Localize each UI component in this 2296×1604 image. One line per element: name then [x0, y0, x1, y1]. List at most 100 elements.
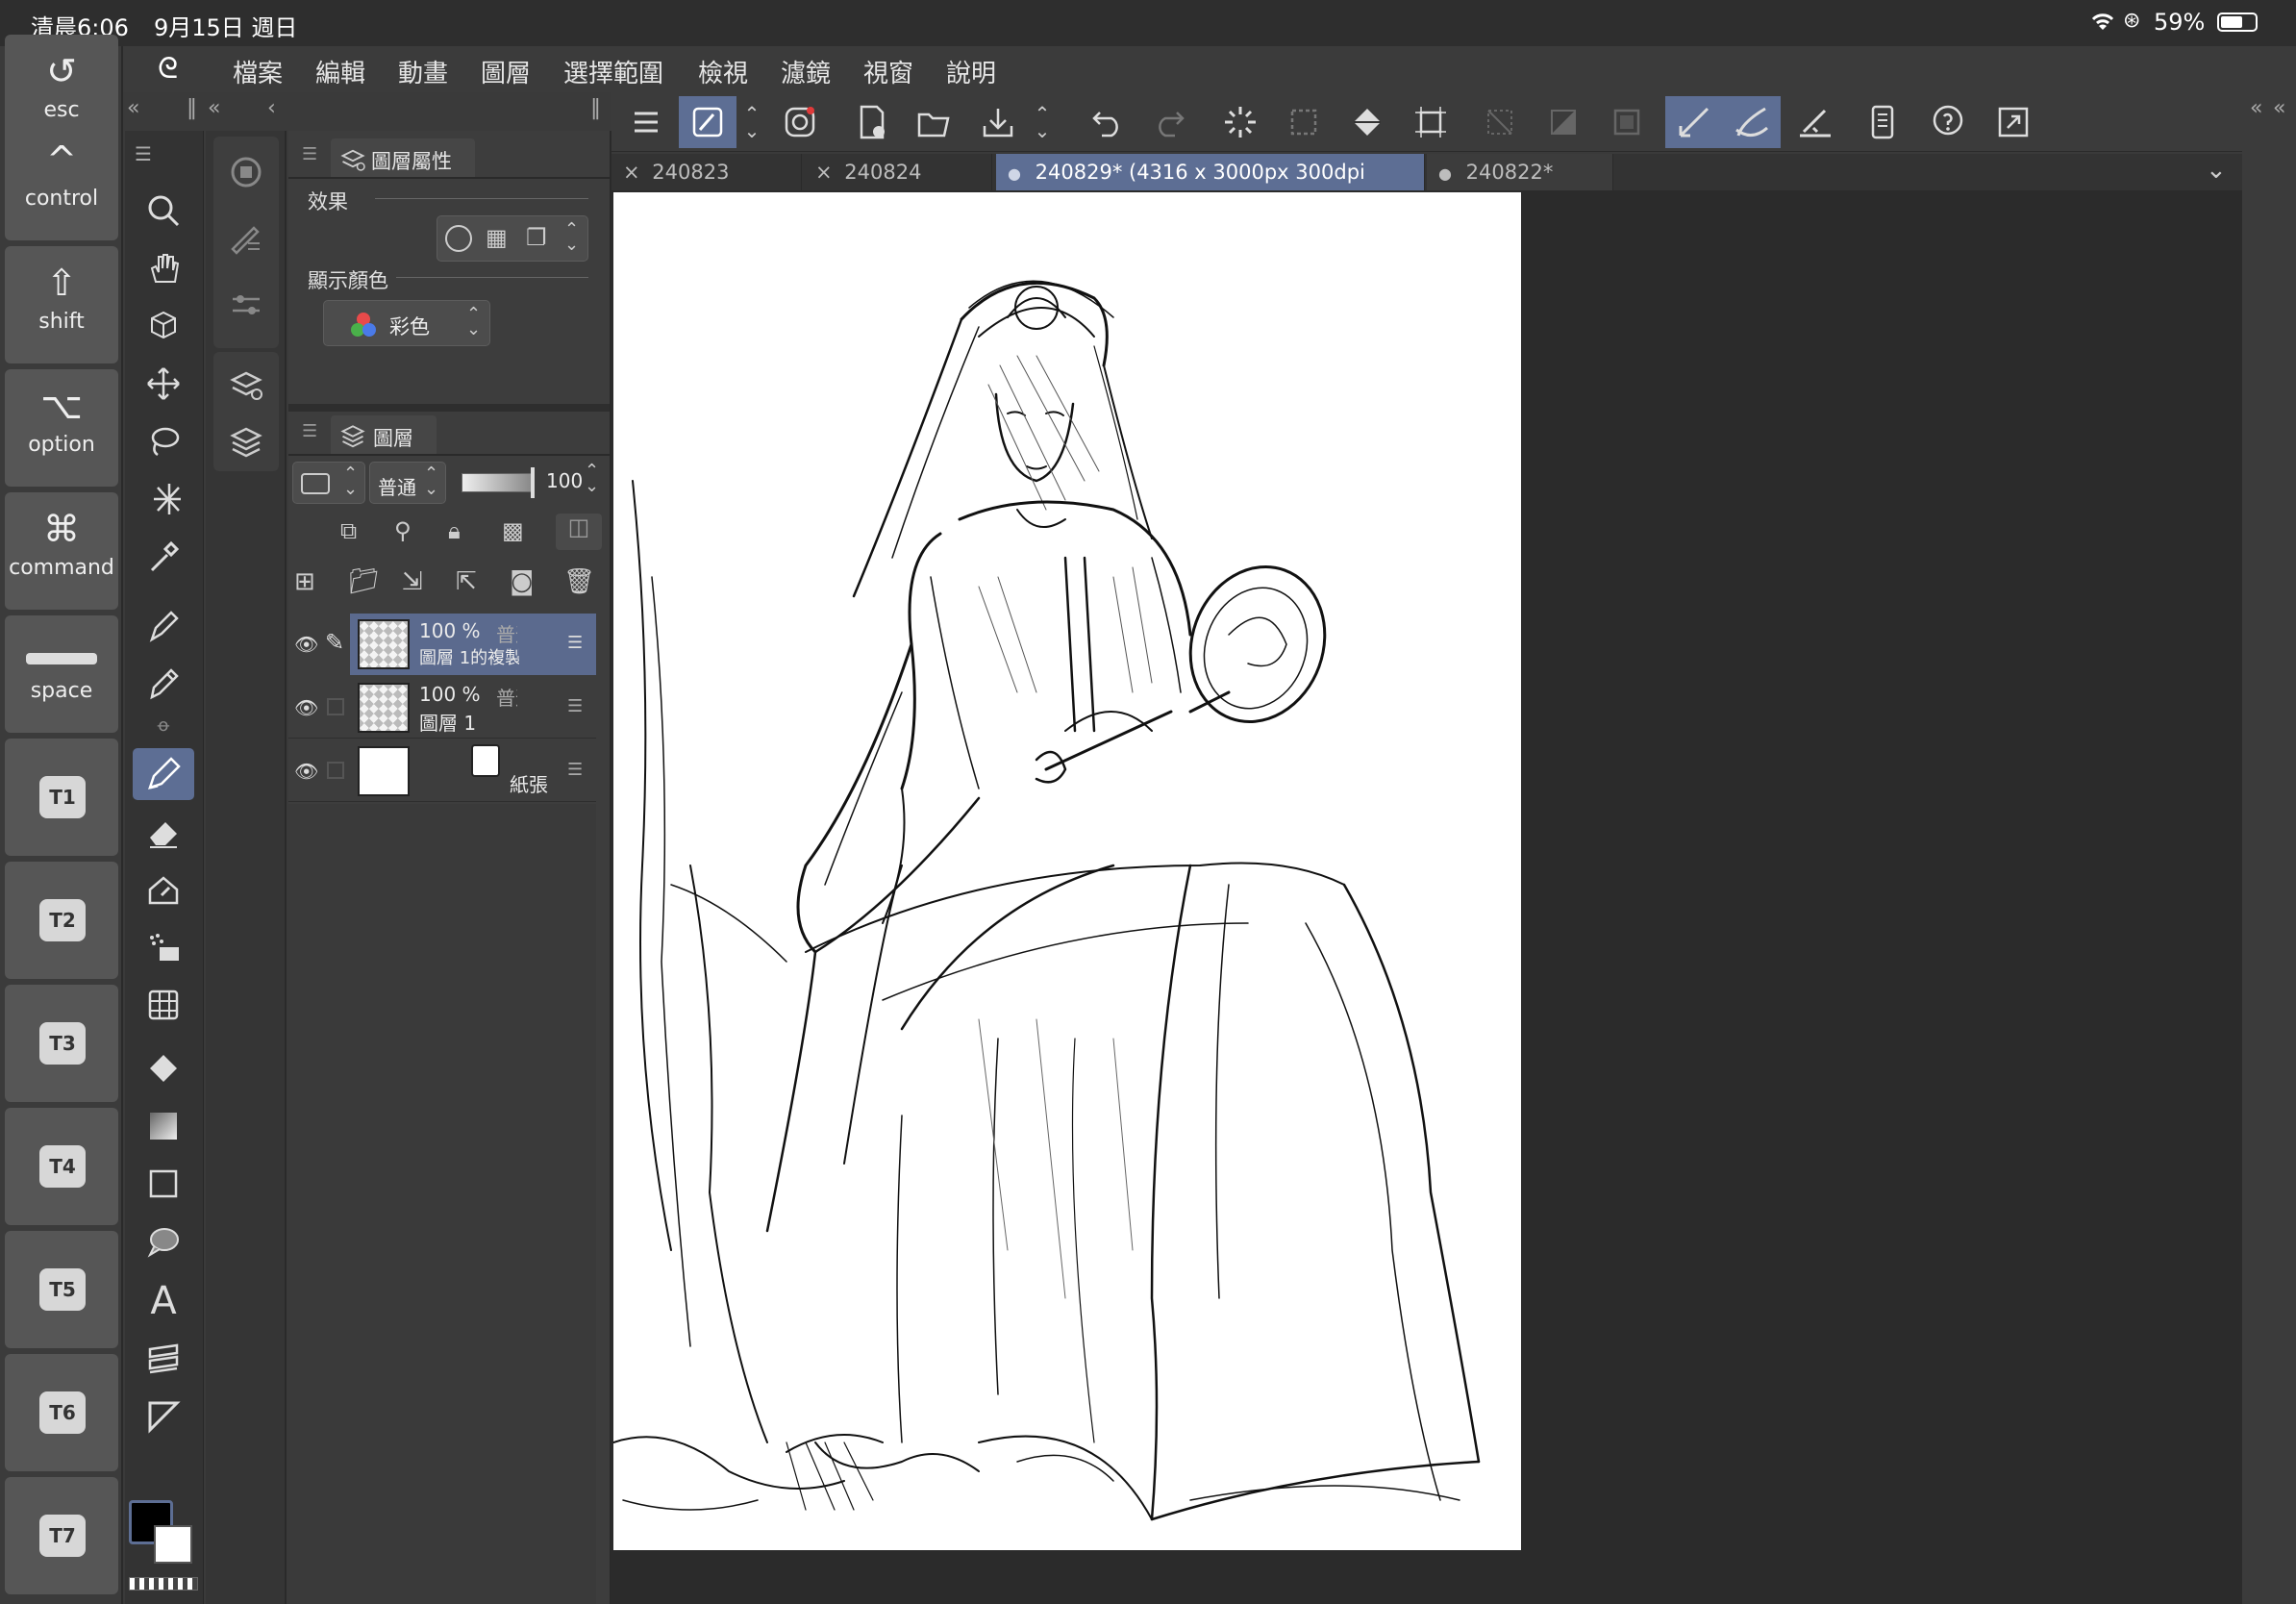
sub-tool-brush-settings-icon[interactable] [215, 213, 277, 265]
tool-key-t3[interactable]: T3 [5, 985, 118, 1102]
close-tab-icon[interactable]: × [815, 161, 833, 184]
expand-right-icon[interactable]: « [2250, 96, 2262, 120]
layer-mask-icon[interactable]: ◙ [510, 567, 534, 596]
pencil-tool-icon[interactable] [133, 658, 194, 710]
undo-icon[interactable] [1079, 96, 1136, 148]
hand-tool-icon[interactable] [133, 242, 194, 294]
companion-icon[interactable] [771, 96, 829, 148]
drawing-canvas[interactable] [612, 192, 1521, 1550]
menu-edit[interactable]: 編輯 [315, 54, 365, 89]
opacity-slider[interactable] [462, 473, 533, 492]
loading-spinner-icon[interactable] [1211, 96, 1269, 148]
eraser-tool-icon[interactable] [133, 806, 194, 858]
save-file-icon[interactable] [969, 96, 1027, 148]
menu-filter[interactable]: 濾鏡 [781, 54, 831, 89]
help-bubble-icon[interactable] [1919, 96, 1977, 148]
effect-selector[interactable]: ▦ ❐ ⌃ ⌄ [437, 215, 588, 262]
layer-menu-icon[interactable]: ☰ [567, 696, 583, 716]
eye-visibility-icon[interactable]: 👁︎ [294, 633, 318, 656]
menu-view[interactable]: 檢視 [698, 54, 748, 89]
tool-key-t1[interactable]: T1 [5, 739, 118, 856]
gradient-tool-icon[interactable] [133, 1100, 194, 1152]
brush-small-icon[interactable]: ꝋ [133, 708, 194, 742]
app-logo-icon[interactable]: ᘓ [158, 52, 178, 86]
edit-pen-icon[interactable]: ✎ [325, 629, 344, 656]
layer-panel-switch-icon[interactable] [215, 415, 277, 467]
collapse-panel-icon[interactable]: ‹ [267, 96, 276, 120]
document-tab-active[interactable]: ● 240829* (4316 x 3000px 300dpi 49.0%) [996, 154, 1425, 222]
transform-icon[interactable] [1402, 96, 1460, 148]
hamburger-menu-icon[interactable] [617, 96, 675, 148]
layer-panel-tab[interactable]: 圖層 [331, 415, 437, 454]
layer-type-selector[interactable]: ⌃ ⌄ [292, 462, 365, 504]
eye-visibility-icon[interactable]: 👁︎ [294, 696, 318, 719]
eye-visibility-icon[interactable]: 👁︎ [294, 760, 318, 783]
snap-special-ruler-icon[interactable] [1723, 96, 1781, 148]
select-all-icon[interactable] [1598, 96, 1656, 148]
layer-row[interactable]: 👁︎ 紙張 ☰ [288, 740, 596, 802]
panel-grip-icon[interactable]: ‖ [187, 96, 197, 120]
clear-selection-icon[interactable] [1471, 96, 1529, 148]
blend-tool-icon[interactable] [133, 864, 194, 915]
layer-check-box[interactable] [327, 698, 344, 715]
expand-right-sub-icon[interactable]: « [2273, 96, 2285, 120]
blend-mode-dropdown[interactable]: 普通 ⌃ ⌄ [369, 462, 446, 504]
layer-row[interactable]: 👁︎ 100 % 普通 圖層 1 ☰ [288, 677, 596, 739]
panel-grip-right-icon[interactable]: ‖ [590, 96, 601, 120]
lock-transparency-icon[interactable]: ▩ [502, 517, 524, 544]
fullscreen-icon[interactable] [1984, 96, 2042, 148]
fill-bucket-icon[interactable] [1338, 96, 1396, 148]
balloon-tool-icon[interactable] [133, 1216, 194, 1267]
edge-keyboard-icon[interactable] [1854, 96, 1911, 148]
quick-access-icon[interactable] [679, 96, 736, 148]
open-file-icon[interactable] [906, 96, 963, 148]
menu-window[interactable]: 視窗 [863, 54, 913, 89]
option-key[interactable]: ⌥ option [5, 369, 118, 487]
document-tab[interactable]: ● 240822* [1427, 154, 1613, 190]
command-key[interactable]: ⌘ command [5, 492, 118, 610]
layer-panel-menu-icon[interactable]: ☰ [302, 421, 317, 441]
new-file-icon[interactable] [842, 96, 900, 148]
ruler-tool-icon[interactable] [133, 1391, 194, 1442]
frame-tool-icon[interactable] [133, 1333, 194, 1385]
object-tool-icon[interactable] [133, 300, 194, 352]
move-tool-icon[interactable] [133, 358, 194, 410]
layer-row[interactable]: 👁︎ ✎ 100 % 普通 圖層 1的複製 ☰ [288, 614, 596, 675]
snap-grid-icon[interactable] [1786, 96, 1844, 148]
magic-wand-icon[interactable] [133, 473, 194, 525]
space-key[interactable]: space [5, 615, 118, 733]
property-panel-tab[interactable]: 圖層屬性 [331, 138, 475, 177]
tool-key-t2[interactable]: T2 [5, 862, 118, 979]
new-raster-layer-icon[interactable]: ⊞ [294, 567, 315, 596]
tool-key-t7[interactable]: T7 [5, 1477, 118, 1594]
toolbar-stepper-icon[interactable]: ⌃ ⌄ [735, 96, 769, 148]
opacity-stepper-icon[interactable]: ⌃ ⌄ [585, 463, 599, 495]
tool-key-t5[interactable]: T5 [5, 1231, 118, 1348]
collapse-left-icon[interactable]: « [127, 96, 139, 120]
shift-key[interactable]: ⇧ shift [5, 246, 118, 363]
transfer-down-icon[interactable]: ⇲ [402, 567, 423, 596]
zoom-tool-icon[interactable] [133, 185, 194, 237]
menu-animation[interactable]: 動畫 [398, 54, 448, 89]
document-tab[interactable]: × 240824 [804, 154, 992, 190]
airbrush-tool-icon[interactable] [133, 921, 194, 973]
fill-tool-icon[interactable] [133, 1042, 194, 1094]
tab-list-chevron-icon[interactable]: ⌄ [2206, 156, 2227, 185]
opacity-slider-handle[interactable] [531, 467, 535, 498]
sub-tool-round-icon[interactable] [215, 146, 277, 198]
merge-down-icon[interactable]: ⇱ [456, 567, 477, 596]
palette-menu-icon[interactable]: ☰ [135, 142, 152, 165]
pen-tool-icon[interactable] [133, 600, 194, 652]
layer-menu-icon[interactable]: ☰ [567, 633, 583, 653]
transparent-color-swatch[interactable] [129, 1577, 198, 1591]
menu-help[interactable]: 說明 [946, 54, 996, 89]
save-stepper-icon[interactable]: ⌃ ⌄ [1025, 96, 1060, 148]
decoration-tool-icon[interactable] [133, 979, 194, 1031]
tool-key-t6[interactable]: T6 [5, 1354, 118, 1471]
new-folder-icon[interactable]: 📁︎ [348, 567, 380, 596]
menu-layer[interactable]: 圖層 [481, 54, 531, 89]
tool-key-t4[interactable]: T4 [5, 1108, 118, 1225]
property-panel-menu-icon[interactable]: ☰ [302, 144, 317, 164]
text-tool-icon[interactable]: A [133, 1275, 194, 1327]
layer-menu-icon[interactable]: ☰ [567, 760, 583, 780]
